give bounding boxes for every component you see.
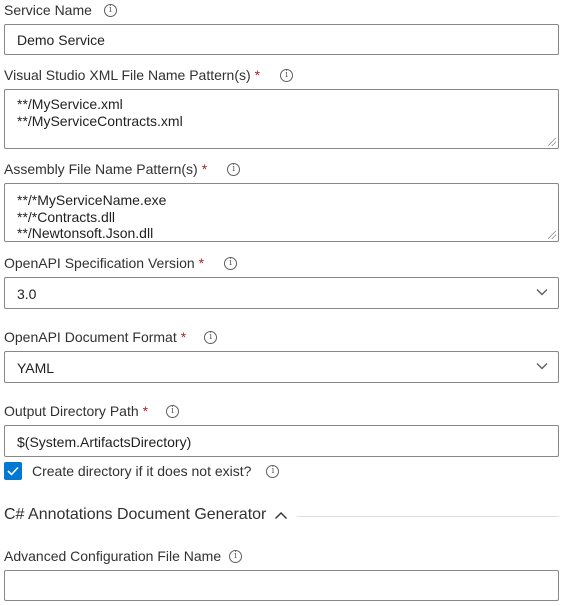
chevron-down-icon <box>536 289 548 296</box>
chevron-up-icon[interactable] <box>274 511 288 520</box>
textarea-line: **/Newtonsoft.Json.dll <box>17 225 154 241</box>
output-dir-value: $(System.ArtifactsDirectory) <box>17 434 192 450</box>
doc-format-label: OpenAPI Document Format * i <box>4 328 218 346</box>
section-divider <box>297 516 559 517</box>
create-dir-label: Create directory if it does not exist? <box>32 463 252 479</box>
advanced-config-label: Advanced Configuration File Name i <box>4 547 243 565</box>
create-dir-checkbox-row[interactable]: Create directory if it does not exist? i <box>4 462 280 480</box>
create-dir-checkbox[interactable] <box>4 462 22 480</box>
info-icon[interactable]: i <box>229 549 243 563</box>
service-name-input[interactable]: Demo Service <box>4 24 559 55</box>
service-name-label: Service Name i <box>4 1 117 19</box>
assembly-pattern-lines: **/*MyServiceName.exe **/*Contracts.dll … <box>17 192 167 241</box>
textarea-line: **/MyServiceContracts.xml <box>17 112 183 129</box>
doc-format-dropdown[interactable]: YAML <box>4 351 559 383</box>
required-marker: * <box>142 403 149 419</box>
textarea-line: **/*MyServiceName.exe <box>17 192 167 208</box>
info-icon[interactable]: i <box>166 404 180 418</box>
section-header[interactable]: C# Annotations Document Generator <box>4 506 288 524</box>
info-icon[interactable]: i <box>103 3 117 17</box>
required-marker: * <box>201 161 208 177</box>
chevron-down-icon <box>536 363 548 370</box>
xml-pattern-lines: **/MyService.xml **/MyServiceContracts.x… <box>17 96 183 129</box>
service-name-value: Demo Service <box>17 32 105 48</box>
resize-handle-icon[interactable] <box>548 231 556 239</box>
info-icon[interactable]: i <box>280 68 294 82</box>
required-marker: * <box>254 67 261 83</box>
openapi-version-dropdown[interactable]: 3.0 <box>4 277 559 309</box>
textarea-line: **/MyService.xml <box>17 96 123 112</box>
assembly-pattern-label: Assembly File Name Pattern(s) * i <box>4 160 241 178</box>
assembly-pattern-textarea[interactable]: **/*MyServiceName.exe **/*Contracts.dll … <box>4 183 559 242</box>
openapi-version-label: OpenAPI Specification Version * i <box>4 254 238 272</box>
xml-pattern-label: Visual Studio XML File Name Pattern(s) *… <box>4 66 294 84</box>
doc-format-value: YAML <box>17 360 55 376</box>
required-marker: * <box>180 329 187 345</box>
section-title: C# Annotations Document Generator <box>4 506 267 523</box>
info-icon[interactable]: i <box>204 330 218 344</box>
xml-pattern-textarea[interactable]: **/MyService.xml **/MyServiceContracts.x… <box>4 89 559 149</box>
textarea-line: **/*Contracts.dll <box>17 208 116 225</box>
info-icon[interactable]: i <box>227 162 241 176</box>
output-dir-label: Output Directory Path * i <box>4 402 180 420</box>
advanced-config-input[interactable] <box>4 570 559 601</box>
info-icon[interactable]: i <box>224 256 238 270</box>
checkmark-icon <box>7 466 19 476</box>
required-marker: * <box>198 255 205 271</box>
output-dir-input[interactable]: $(System.ArtifactsDirectory) <box>4 425 559 457</box>
openapi-version-value: 3.0 <box>17 286 37 302</box>
resize-handle-icon[interactable] <box>548 138 556 146</box>
info-icon[interactable]: i <box>266 464 280 478</box>
